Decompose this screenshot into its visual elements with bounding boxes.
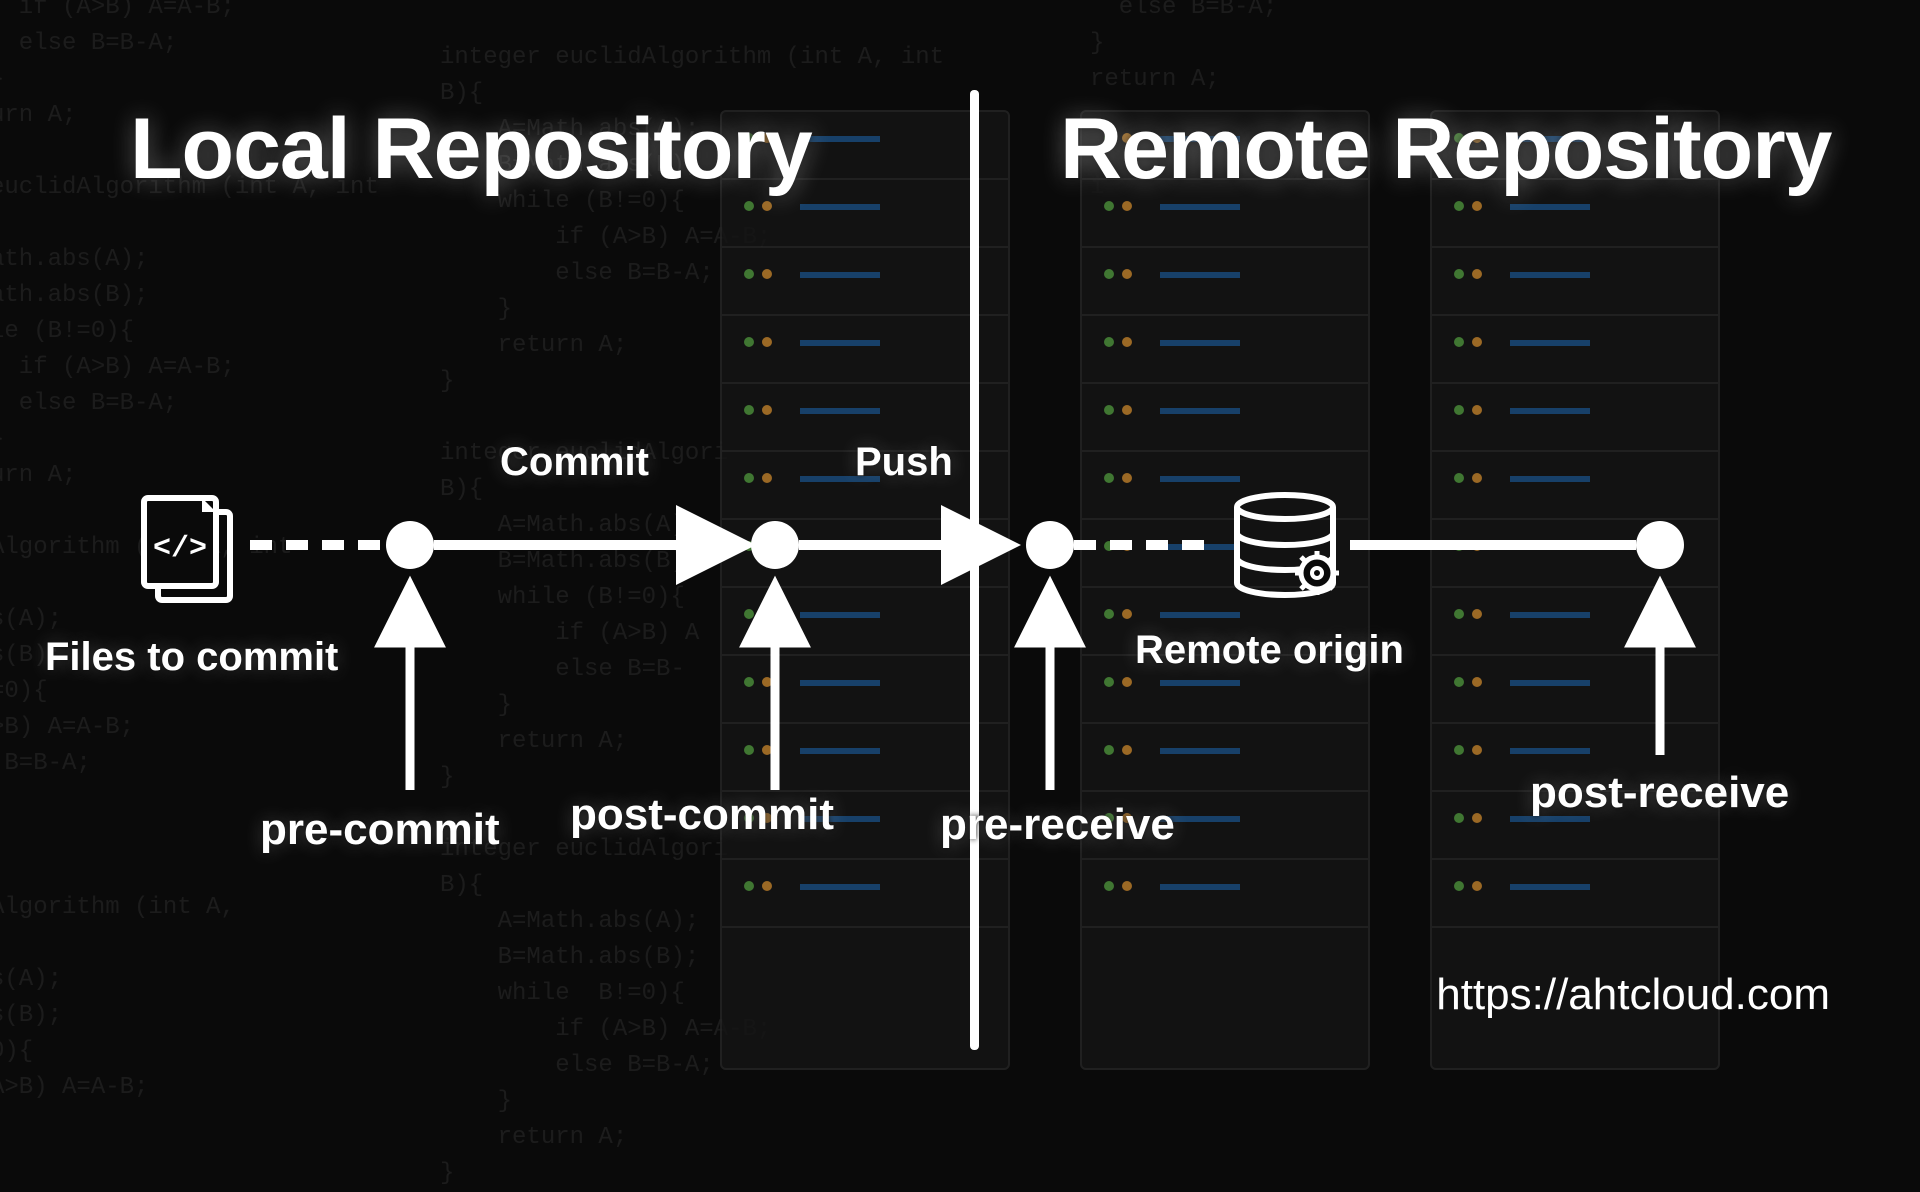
svg-text:</>: </> (153, 532, 207, 566)
hook-post-commit: post-commit (570, 790, 834, 840)
node-pre-receive (1026, 521, 1074, 569)
database-icon (1237, 495, 1339, 595)
hook-post-receive: post-receive (1530, 768, 1789, 818)
hook-pre-commit: pre-commit (260, 805, 500, 855)
node-post-commit (751, 521, 799, 569)
label-remote-origin: Remote origin (1135, 628, 1404, 673)
label-commit: Commit (500, 440, 649, 485)
label-files: Files to commit (45, 635, 338, 680)
flow-diagram: </> (0, 0, 1920, 1080)
url-credit: https://ahtcloud.com (1436, 970, 1830, 1020)
hook-pre-receive: pre-receive (940, 800, 1175, 850)
node-pre-commit (386, 521, 434, 569)
files-icon: </> (144, 498, 230, 600)
label-push: Push (855, 440, 953, 485)
node-post-receive (1636, 521, 1684, 569)
